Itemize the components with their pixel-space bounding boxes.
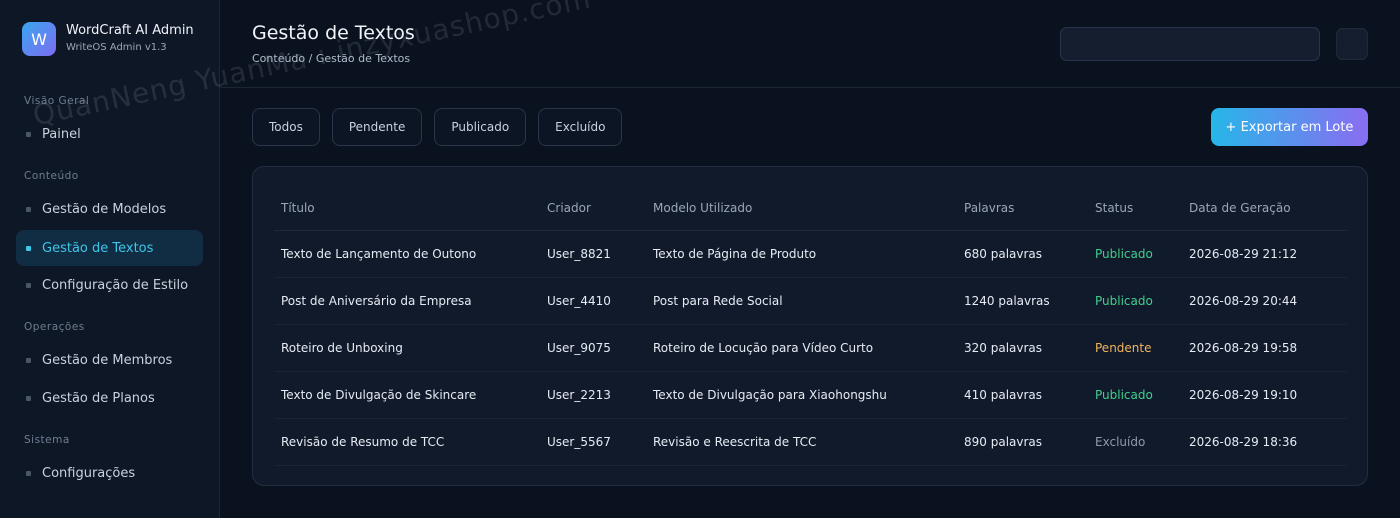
column-header-model[interactable]: Modelo Utilizado (646, 187, 957, 231)
cell-date: 2026-08-29 19:10 (1182, 371, 1347, 419)
sidebar-item-label: Gestão de Membros (42, 352, 173, 368)
cell-creator: User_2213 (540, 371, 646, 419)
main-content: Gestão de Textos Conteúdo / Gestão de Te… (220, 0, 1400, 518)
filter-bar: Todos Pendente Publicado Excluído (252, 108, 634, 146)
table-row[interactable]: Post de Aniversário da Empresa User_4410… (274, 277, 1347, 325)
cell-status: Publicado (1088, 230, 1182, 278)
filter-all-button[interactable]: Todos (252, 108, 320, 146)
bullet-icon (26, 282, 31, 288)
bullet-icon (26, 470, 31, 476)
search-input[interactable] (1060, 27, 1320, 61)
sidebar-item-style[interactable]: Configuração de Estilo (16, 267, 203, 303)
nav-section-content: Conteúdo (24, 170, 79, 182)
cell-words: 320 palavras (957, 324, 1088, 372)
nav-section-system: Sistema (24, 434, 70, 446)
cell-model: Texto de Divulgação para Xiaohongshu (646, 371, 957, 419)
cell-model: Roteiro de Locução para Vídeo Curto (646, 324, 957, 372)
cell-status: Excluído (1088, 418, 1182, 466)
table-header-row: Título Criador Modelo Utilizado Palavras… (274, 187, 1347, 231)
cell-date: 2026-08-29 21:12 (1182, 230, 1347, 278)
cell-words: 410 palavras (957, 371, 1088, 419)
sidebar-item-label: Gestão de Textos (42, 240, 154, 256)
cell-title: Post de Aniversário da Empresa (274, 277, 540, 325)
sidebar-item-panel[interactable]: Painel (16, 116, 203, 152)
cell-model: Texto de Página de Produto (646, 230, 957, 278)
cell-creator: User_9075 (540, 324, 646, 372)
sidebar-item-models[interactable]: Gestão de Modelos (16, 191, 203, 227)
cell-date: 2026-08-29 18:36 (1182, 418, 1347, 466)
breadcrumb: Conteúdo / Gestão de Textos (252, 52, 411, 65)
texts-table: Título Criador Modelo Utilizado Palavras… (274, 187, 1347, 466)
sidebar-item-settings[interactable]: Configurações (16, 455, 203, 491)
bullet-icon (26, 245, 31, 251)
filter-published-button[interactable]: Publicado (434, 108, 527, 146)
page-header: Gestão de Textos Conteúdo / Gestão de Te… (220, 0, 1400, 88)
sidebar-item-label: Configuração de Estilo (42, 277, 189, 293)
bullet-icon (26, 357, 31, 363)
filter-deleted-button[interactable]: Excluído (538, 108, 623, 146)
column-header-status[interactable]: Status (1088, 187, 1182, 231)
brand: W WordCraft AI Admin WriteOS Admin v1.3 (22, 22, 194, 56)
sidebar-item-texts[interactable]: Gestão de Textos (16, 230, 203, 266)
cell-words: 1240 palavras (957, 277, 1088, 325)
bullet-icon (26, 395, 31, 401)
nav-section-overview: Visão Geral (24, 95, 90, 107)
header-action-button[interactable] (1336, 28, 1368, 60)
cell-model: Revisão e Reescrita de TCC (646, 418, 957, 466)
sidebar-item-label: Painel (42, 126, 81, 142)
column-header-date[interactable]: Data de Geração (1182, 187, 1347, 231)
cell-words: 890 palavras (957, 418, 1088, 466)
bullet-icon (26, 131, 31, 137)
cell-creator: User_4410 (540, 277, 646, 325)
cell-status: Pendente (1088, 324, 1182, 372)
cell-status: Publicado (1088, 277, 1182, 325)
cell-title: Roteiro de Unboxing (274, 324, 540, 372)
cell-creator: User_5567 (540, 418, 646, 466)
texts-table-card: Título Criador Modelo Utilizado Palavras… (252, 166, 1368, 486)
cell-title: Texto de Divulgação de Skincare (274, 371, 540, 419)
cell-creator: User_8821 (540, 230, 646, 278)
sidebar-item-plans[interactable]: Gestão de Planos (16, 380, 203, 416)
cell-model: Post para Rede Social (646, 277, 957, 325)
app-root: W WordCraft AI Admin WriteOS Admin v1.3 … (0, 0, 1400, 518)
page-title: Gestão de Textos (252, 22, 415, 44)
table-row[interactable]: Texto de Lançamento de Outono User_8821 … (274, 230, 1347, 278)
table-row[interactable]: Revisão de Resumo de TCC User_5567 Revis… (274, 418, 1347, 466)
sidebar-item-label: Configurações (42, 465, 136, 481)
table-row[interactable]: Roteiro de Unboxing User_9075 Roteiro de… (274, 324, 1347, 372)
brand-text: WordCraft AI Admin WriteOS Admin v1.3 (66, 23, 194, 55)
bullet-icon (26, 206, 31, 212)
column-header-title[interactable]: Título (274, 187, 540, 231)
cell-date: 2026-08-29 19:58 (1182, 324, 1347, 372)
sidebar-item-label: Gestão de Modelos (42, 201, 167, 217)
brand-version: WriteOS Admin v1.3 (66, 42, 167, 53)
column-header-words[interactable]: Palavras (957, 187, 1088, 231)
cell-date: 2026-08-29 20:44 (1182, 277, 1347, 325)
sidebar: W WordCraft AI Admin WriteOS Admin v1.3 … (0, 0, 220, 518)
cell-title: Revisão de Resumo de TCC (274, 418, 540, 466)
cell-title: Texto de Lançamento de Outono (274, 230, 540, 278)
brand-logo: W (22, 22, 56, 56)
bulk-export-button[interactable]: + Exportar em Lote (1211, 108, 1368, 146)
cell-status: Publicado (1088, 371, 1182, 419)
sidebar-item-label: Gestão de Planos (42, 390, 155, 406)
cell-words: 680 palavras (957, 230, 1088, 278)
nav-section-operations: Operações (24, 321, 85, 333)
column-header-creator[interactable]: Criador (540, 187, 646, 231)
table-row[interactable]: Texto de Divulgação de Skincare User_221… (274, 371, 1347, 419)
sidebar-item-members[interactable]: Gestão de Membros (16, 342, 203, 378)
brand-name: WordCraft AI Admin (66, 23, 194, 38)
filter-pending-button[interactable]: Pendente (331, 108, 423, 146)
